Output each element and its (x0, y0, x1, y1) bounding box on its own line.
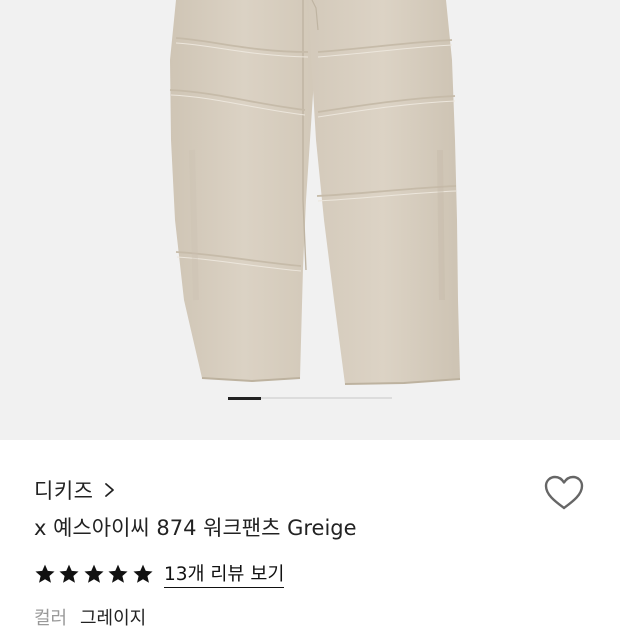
pager-dot[interactable] (360, 397, 392, 399)
rating-row: 13개 리뷰 보기 (34, 560, 285, 588)
star-rating (34, 563, 156, 585)
brand-name: 디키즈 (34, 479, 94, 503)
pager-dot[interactable] (261, 397, 294, 399)
product-image-carousel[interactable] (0, 0, 620, 440)
star-icon (59, 564, 79, 583)
star-icon (133, 564, 153, 583)
product-title: x 예스아이씨 874 워크팬츠 Greige (34, 516, 357, 540)
star-icon (108, 564, 128, 583)
pager-dot[interactable] (327, 397, 360, 399)
brand-link[interactable]: 디키즈 (34, 475, 117, 505)
chevron-right-icon (105, 483, 115, 497)
pager-dot-active[interactable] (228, 396, 261, 400)
color-label: 컬러 (34, 608, 68, 629)
carousel-pager[interactable] (228, 396, 392, 401)
heart-outline-icon[interactable] (542, 472, 586, 514)
review-link[interactable]: 13개 리뷰 보기 (163, 560, 285, 588)
product-image (169, 0, 461, 385)
color-option: 컬러 그레이지 (34, 604, 146, 630)
star-icon (35, 564, 55, 583)
pager-dot[interactable] (294, 397, 327, 399)
color-value: 그레이지 (80, 608, 147, 629)
star-icon (84, 564, 104, 583)
